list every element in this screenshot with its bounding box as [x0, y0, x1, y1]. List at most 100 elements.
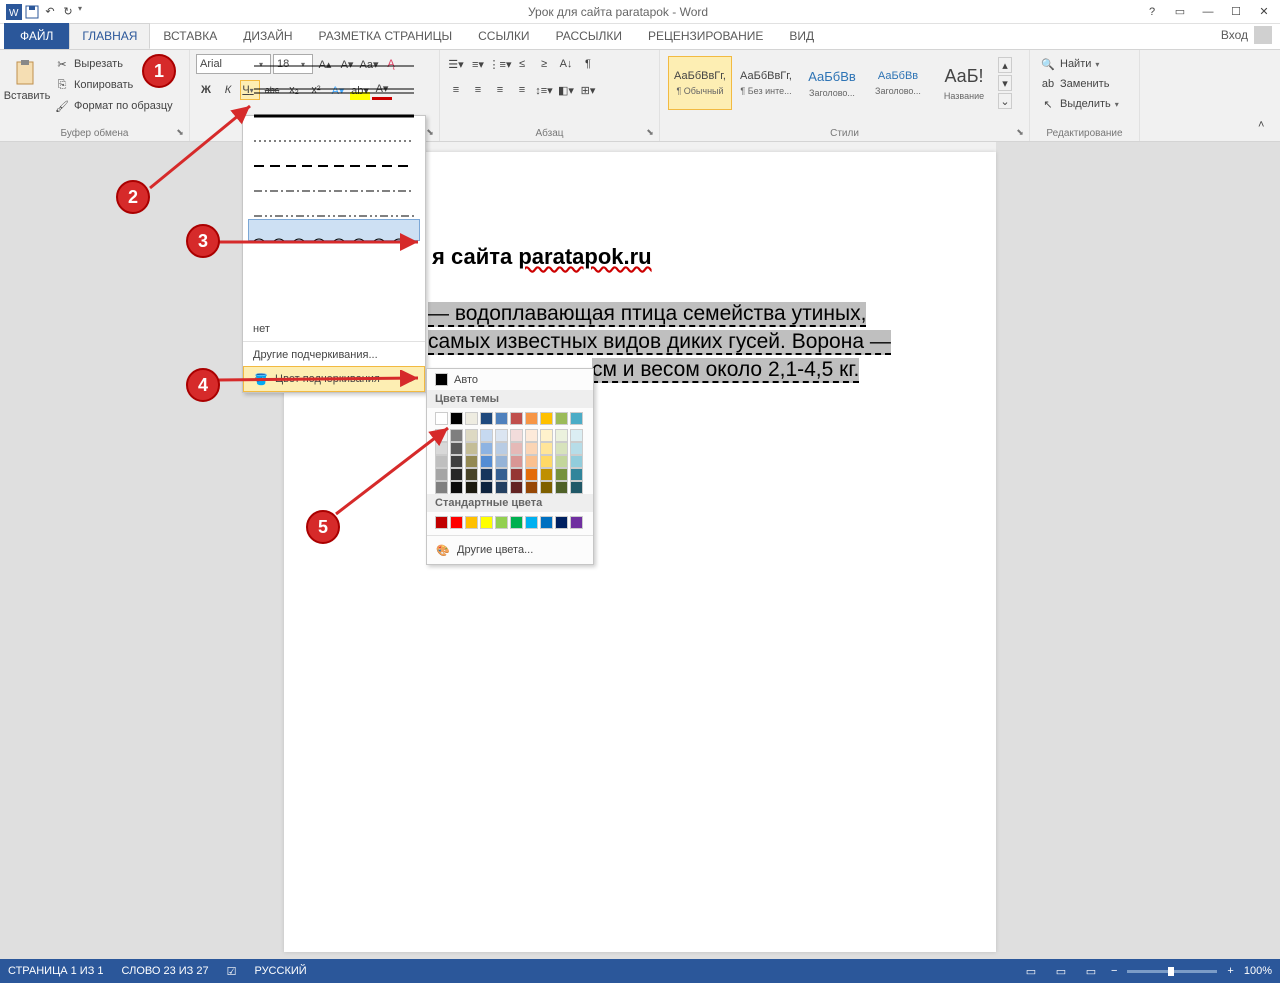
sort-button[interactable]: A↓	[556, 54, 576, 74]
color-swatch[interactable]	[510, 429, 523, 442]
more-colors[interactable]: 🎨Другие цвета...	[427, 538, 593, 562]
color-swatch[interactable]	[510, 442, 523, 455]
decrease-indent-button[interactable]: ≤	[512, 54, 532, 74]
color-swatch[interactable]	[555, 468, 568, 481]
color-swatch[interactable]	[540, 429, 553, 442]
color-swatch[interactable]	[525, 442, 538, 455]
color-swatch[interactable]	[465, 412, 478, 425]
borders-button[interactable]: ⊞▾	[578, 80, 598, 100]
color-swatch[interactable]	[570, 455, 583, 468]
color-swatch[interactable]	[570, 516, 583, 529]
color-auto[interactable]: Авто	[427, 369, 593, 390]
select-button[interactable]: ↖Выделить▾	[1036, 94, 1133, 114]
collapse-ribbon-icon[interactable]: ˄	[1258, 119, 1276, 137]
color-swatch[interactable]	[555, 481, 568, 494]
view-read-icon[interactable]: ▭	[1021, 961, 1041, 981]
color-swatch[interactable]	[495, 481, 508, 494]
style-nospacing[interactable]: АаБбВвГг,¶ Без инте...	[734, 56, 798, 110]
show-marks-button[interactable]: ¶	[578, 54, 598, 74]
view-web-icon[interactable]: ▭	[1081, 961, 1101, 981]
tab-insert[interactable]: ВСТАВКА	[150, 23, 230, 49]
styles-dialog-launcher[interactable]: ⬊	[1013, 125, 1027, 139]
shading-button[interactable]: ◧▾	[556, 80, 576, 100]
help-icon[interactable]: ?	[1142, 2, 1162, 22]
sign-in[interactable]: Вход	[1213, 21, 1280, 49]
save-icon[interactable]	[24, 4, 40, 20]
color-swatch[interactable]	[555, 455, 568, 468]
ribbon-options-icon[interactable]: ▭	[1170, 2, 1190, 22]
color-swatch[interactable]	[525, 412, 538, 425]
underline-wave[interactable]	[249, 294, 419, 316]
color-swatch[interactable]	[480, 516, 493, 529]
styles-down-icon[interactable]: ▾	[998, 75, 1012, 91]
color-swatch[interactable]	[540, 468, 553, 481]
color-swatch[interactable]	[465, 468, 478, 481]
color-swatch[interactable]	[510, 412, 523, 425]
color-swatch[interactable]	[465, 481, 478, 494]
color-swatch[interactable]	[510, 481, 523, 494]
align-left-button[interactable]: ≡	[446, 80, 466, 100]
styles-more-icon[interactable]: ⌄	[998, 93, 1012, 109]
color-swatch[interactable]	[570, 468, 583, 481]
color-swatch[interactable]	[570, 442, 583, 455]
zoom-in-icon[interactable]: +	[1227, 965, 1233, 977]
color-swatch[interactable]	[465, 516, 478, 529]
undo-icon[interactable]: ↶	[42, 4, 58, 20]
color-swatch[interactable]	[465, 429, 478, 442]
styles-up-icon[interactable]: ▴	[998, 57, 1012, 73]
styles-gallery[interactable]: АаБбВвГг,¶ Обычный АаБбВвГг,¶ Без инте..…	[666, 54, 1023, 112]
color-swatch[interactable]	[540, 442, 553, 455]
maximize-icon[interactable]: ☐	[1226, 2, 1246, 22]
color-swatch[interactable]	[465, 442, 478, 455]
status-words[interactable]: СЛОВО 23 ИЗ 27	[122, 965, 209, 977]
color-swatch[interactable]	[555, 429, 568, 442]
tab-design[interactable]: ДИЗАЙН	[230, 23, 305, 49]
status-page[interactable]: СТРАНИЦА 1 ИЗ 1	[8, 965, 104, 977]
close-icon[interactable]: ✕	[1254, 2, 1274, 22]
increase-indent-button[interactable]: ≥	[534, 54, 554, 74]
replace-button[interactable]: abЗаменить	[1036, 74, 1133, 94]
minimize-icon[interactable]: —	[1198, 2, 1218, 22]
color-swatch[interactable]	[465, 455, 478, 468]
view-print-icon[interactable]: ▭	[1051, 961, 1071, 981]
tab-review[interactable]: РЕЦЕНЗИРОВАНИЕ	[635, 23, 776, 49]
color-swatch[interactable]	[510, 455, 523, 468]
color-swatch[interactable]	[525, 468, 538, 481]
color-swatch[interactable]	[480, 481, 493, 494]
line-spacing-button[interactable]: ↕≡▾	[534, 80, 554, 100]
color-swatch[interactable]	[480, 412, 493, 425]
style-heading1[interactable]: АаБбВвЗаголово...	[800, 56, 864, 110]
style-normal[interactable]: АаБбВвГг,¶ Обычный	[668, 56, 732, 110]
align-right-button[interactable]: ≡	[490, 80, 510, 100]
color-swatch[interactable]	[555, 516, 568, 529]
color-swatch[interactable]	[495, 455, 508, 468]
style-heading2[interactable]: АаБбВвЗаголово...	[866, 56, 930, 110]
multilevel-button[interactable]: ⋮≡▾	[490, 54, 510, 74]
proofing-icon[interactable]: ☑	[227, 965, 237, 978]
color-swatch[interactable]	[540, 481, 553, 494]
find-button[interactable]: 🔍Найти▾	[1036, 54, 1133, 74]
tab-file[interactable]: ФАЙЛ	[4, 23, 69, 49]
color-swatch[interactable]	[480, 455, 493, 468]
tab-references[interactable]: ССЫЛКИ	[465, 23, 542, 49]
color-swatch[interactable]	[510, 516, 523, 529]
color-swatch[interactable]	[525, 516, 538, 529]
qat-dropdown-icon[interactable]: ▾	[78, 4, 94, 20]
color-swatch[interactable]	[570, 429, 583, 442]
numbering-button[interactable]: ≡▾	[468, 54, 488, 74]
color-swatch[interactable]	[540, 412, 553, 425]
align-center-button[interactable]: ≡	[468, 80, 488, 100]
color-swatch[interactable]	[525, 455, 538, 468]
zoom-out-icon[interactable]: −	[1111, 965, 1117, 977]
color-swatch[interactable]	[495, 468, 508, 481]
color-swatch[interactable]	[540, 455, 553, 468]
color-swatch[interactable]	[540, 516, 553, 529]
color-swatch[interactable]	[510, 468, 523, 481]
color-swatch[interactable]	[495, 442, 508, 455]
style-title[interactable]: АаБ!Название	[932, 56, 996, 110]
tab-mailings[interactable]: РАССЫЛКИ	[543, 23, 635, 49]
bullets-button[interactable]: ☰▾	[446, 54, 466, 74]
tab-view[interactable]: ВИД	[776, 23, 827, 49]
tab-home[interactable]: ГЛАВНАЯ	[69, 23, 150, 49]
color-swatch[interactable]	[480, 429, 493, 442]
